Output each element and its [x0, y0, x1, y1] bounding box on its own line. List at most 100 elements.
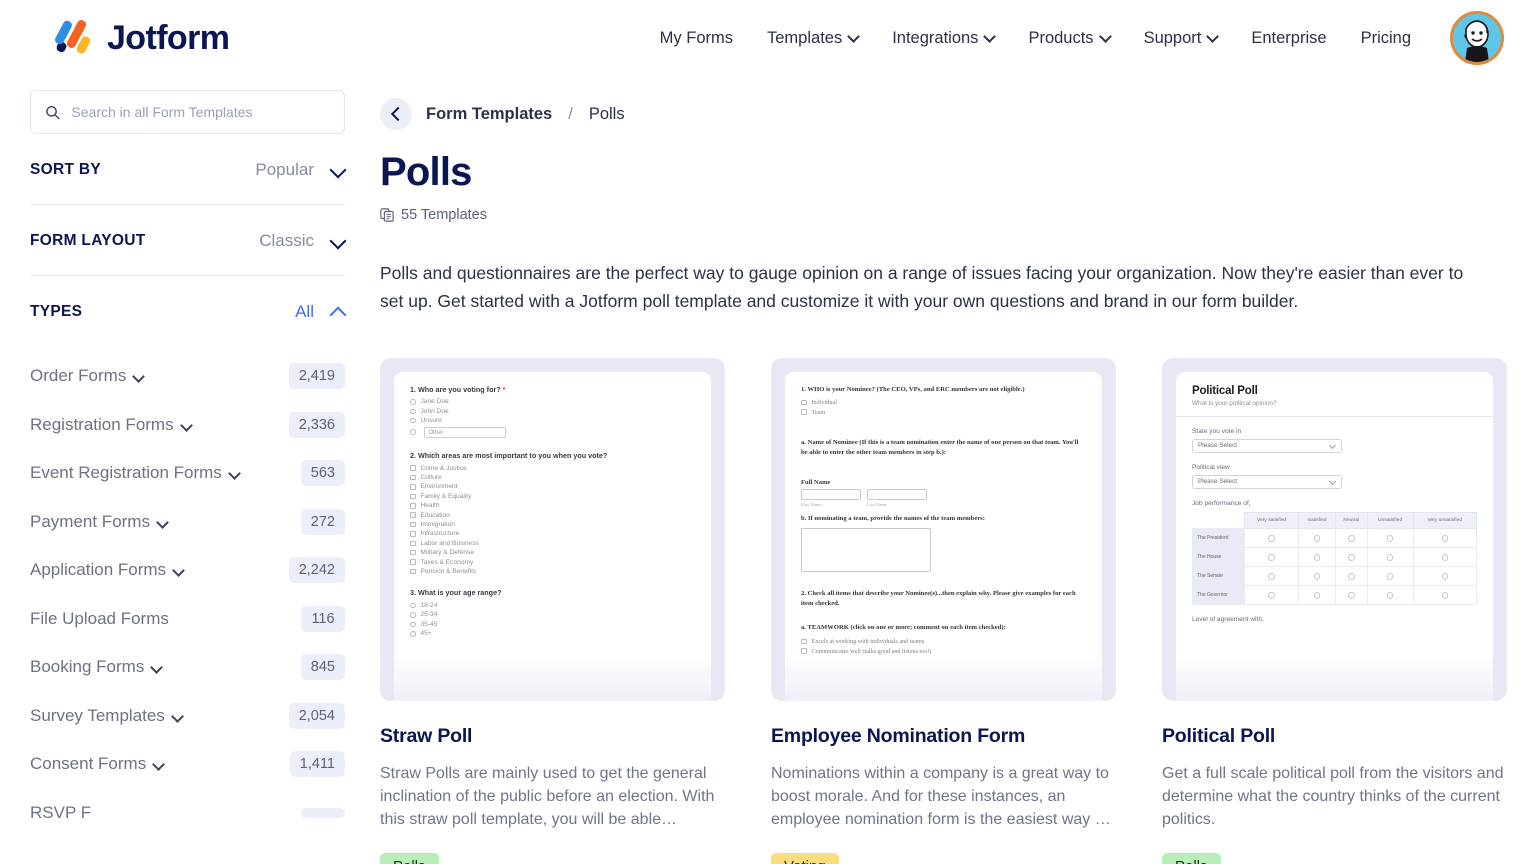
sidebar-item-event-registration-forms[interactable]: Event Registration Forms 563 [30, 449, 345, 498]
matrix-cell [1334, 527, 1368, 548]
divider [1176, 415, 1493, 417]
preview-select-state: Please Select [1192, 438, 1342, 453]
brand-logo[interactable]: Jotform [53, 19, 230, 58]
chevron-down-icon [985, 32, 994, 41]
main-content: Form Templates / Polls Polls 55 Template… [375, 76, 1536, 864]
type-count: 845 [300, 654, 345, 681]
template-preview[interactable]: 1. WHO is your Nominee? (The CEO, VPs, a… [771, 357, 1116, 701]
matrix-column-header: Unsatisfied [1366, 511, 1414, 529]
breadcrumb-root[interactable]: Form Templates [426, 105, 552, 124]
checkbox-icon [410, 484, 416, 490]
sort-by-value: Popular [255, 160, 314, 179]
sidebar-item-order-forms[interactable]: Order Forms 2,419 [30, 352, 345, 401]
nav-item-my-forms[interactable]: My Forms [643, 21, 750, 56]
card-title[interactable]: Employee Nomination Form [771, 725, 1116, 748]
template-preview[interactable]: 1. Who are you voting for? * Jane Doe Jo… [380, 357, 725, 701]
template-card[interactable]: Political Poll What is your political op… [1162, 357, 1507, 864]
template-count-label: 55 Templates [401, 207, 487, 223]
radio-icon [410, 621, 416, 628]
radio-icon [410, 602, 416, 609]
radio-icon [1348, 554, 1355, 561]
checkbox-icon [410, 465, 416, 471]
checkbox-icon [410, 493, 416, 500]
nav-item-support[interactable]: Support [1127, 21, 1235, 56]
page-title: Polls [380, 150, 472, 194]
preview-option: Military & Defense [410, 549, 695, 556]
sidebar-item-payment-forms[interactable]: Payment Forms 272 [30, 498, 345, 547]
type-label: File Upload Forms [30, 608, 169, 628]
preview-select-view: Please Select [1192, 474, 1342, 489]
nav-item-products[interactable]: Products [1011, 21, 1126, 56]
template-card[interactable]: 1. WHO is your Nominee? (The CEO, VPs, a… [771, 357, 1116, 864]
type-count: 1,411 [289, 751, 345, 778]
nav-item-pricing[interactable]: Pricing [1344, 21, 1428, 56]
preview-option: 45+ [410, 630, 695, 637]
type-count: 2,242 [288, 557, 345, 584]
template-preview[interactable]: Political Poll What is your political op… [1162, 357, 1507, 701]
nav-label: Templates [767, 28, 843, 47]
status-badge[interactable]: Polls [1162, 852, 1221, 864]
sidebar-item-rsvp-forms[interactable]: RSVP F [30, 789, 345, 838]
preview-input-sublabel: Last Name [867, 501, 888, 507]
chevron-down-icon [1208, 32, 1217, 41]
card-title[interactable]: Political Poll [1162, 725, 1507, 748]
radio-icon [1441, 592, 1449, 599]
radio-icon [410, 417, 416, 424]
chevron-down-icon [1101, 32, 1110, 41]
matrix-cell [1243, 565, 1300, 586]
types-filter[interactable]: TYPES All [30, 276, 345, 346]
back-button[interactable] [380, 98, 412, 130]
preview-option: 18-24 [410, 602, 695, 609]
card-description: Straw Polls are mainly used to get the g… [380, 764, 715, 828]
preview-option: Team [801, 409, 1086, 416]
sidebar-item-survey-templates[interactable]: Survey Templates 2,054 [30, 692, 345, 741]
type-count: 116 [301, 605, 345, 632]
nav-item-templates[interactable]: Templates [750, 21, 875, 56]
avatar[interactable] [1450, 11, 1504, 65]
search-input[interactable] [71, 104, 330, 120]
search-box[interactable] [30, 90, 345, 134]
preview-other-input: Other [423, 426, 506, 438]
matrix-column-header: Very satisfied [1243, 511, 1300, 529]
sidebar-item-consent-forms[interactable]: Consent Forms 1,411 [30, 740, 345, 789]
chevron-down-icon [154, 760, 164, 770]
type-count: 2,419 [288, 363, 345, 390]
preview-field-label: Political view [1192, 463, 1230, 471]
sort-by-label: SORT BY [30, 161, 101, 178]
card-title[interactable]: Straw Poll [380, 725, 725, 748]
breadcrumb-current: Polls [588, 104, 625, 123]
page-description: Polls and questionnaires are the perfect… [380, 263, 1464, 312]
status-badge[interactable]: Polls [380, 852, 439, 864]
matrix-cell [1334, 546, 1368, 567]
matrix-cell [1366, 546, 1414, 567]
radio-icon [1268, 554, 1275, 561]
type-list: Order Forms 2,419 Registration Forms 2,3… [30, 352, 345, 837]
status-badge[interactable]: Voting [771, 852, 839, 864]
form-layout-label: FORM LAYOUT [30, 232, 146, 249]
matrix-cell [1366, 527, 1414, 548]
sidebar-item-application-forms[interactable]: Application Forms 2,242 [30, 546, 345, 595]
preview-question: a. TEAMWORK (click on one or more; comme… [801, 624, 1006, 632]
preview-option: Family & Equality [410, 493, 695, 500]
preview-page: 1. WHO is your Nominee? (The CEO, VPs, a… [785, 371, 1102, 701]
sidebar-item-file-upload-forms[interactable]: File Upload Forms 116 [30, 595, 345, 644]
sidebar-item-registration-forms[interactable]: Registration Forms 2,336 [30, 401, 345, 450]
radio-icon [1348, 573, 1355, 580]
sidebar-item-booking-forms[interactable]: Booking Forms 845 [30, 643, 345, 692]
type-count: 2,054 [288, 702, 345, 729]
preview-field-label: State you vote in [1192, 427, 1242, 435]
checkbox-icon [410, 540, 416, 547]
radio-icon [1313, 592, 1321, 599]
matrix-cell [1298, 546, 1336, 567]
nav-item-enterprise[interactable]: Enterprise [1234, 21, 1343, 56]
radio-icon [1268, 592, 1275, 599]
form-layout-filter[interactable]: FORM LAYOUT Classic [30, 205, 345, 275]
template-card[interactable]: 1. Who are you voting for? * Jane Doe Jo… [380, 357, 725, 864]
checkbox-icon [410, 512, 416, 518]
type-count: 563 [300, 460, 345, 487]
preview-option: 25-34 [410, 611, 695, 618]
matrix-cell [1412, 527, 1478, 548]
nav-item-integrations[interactable]: Integrations [875, 21, 1011, 56]
sort-by-filter[interactable]: SORT BY Popular [30, 134, 345, 204]
preview-option: John Doe [410, 408, 695, 415]
